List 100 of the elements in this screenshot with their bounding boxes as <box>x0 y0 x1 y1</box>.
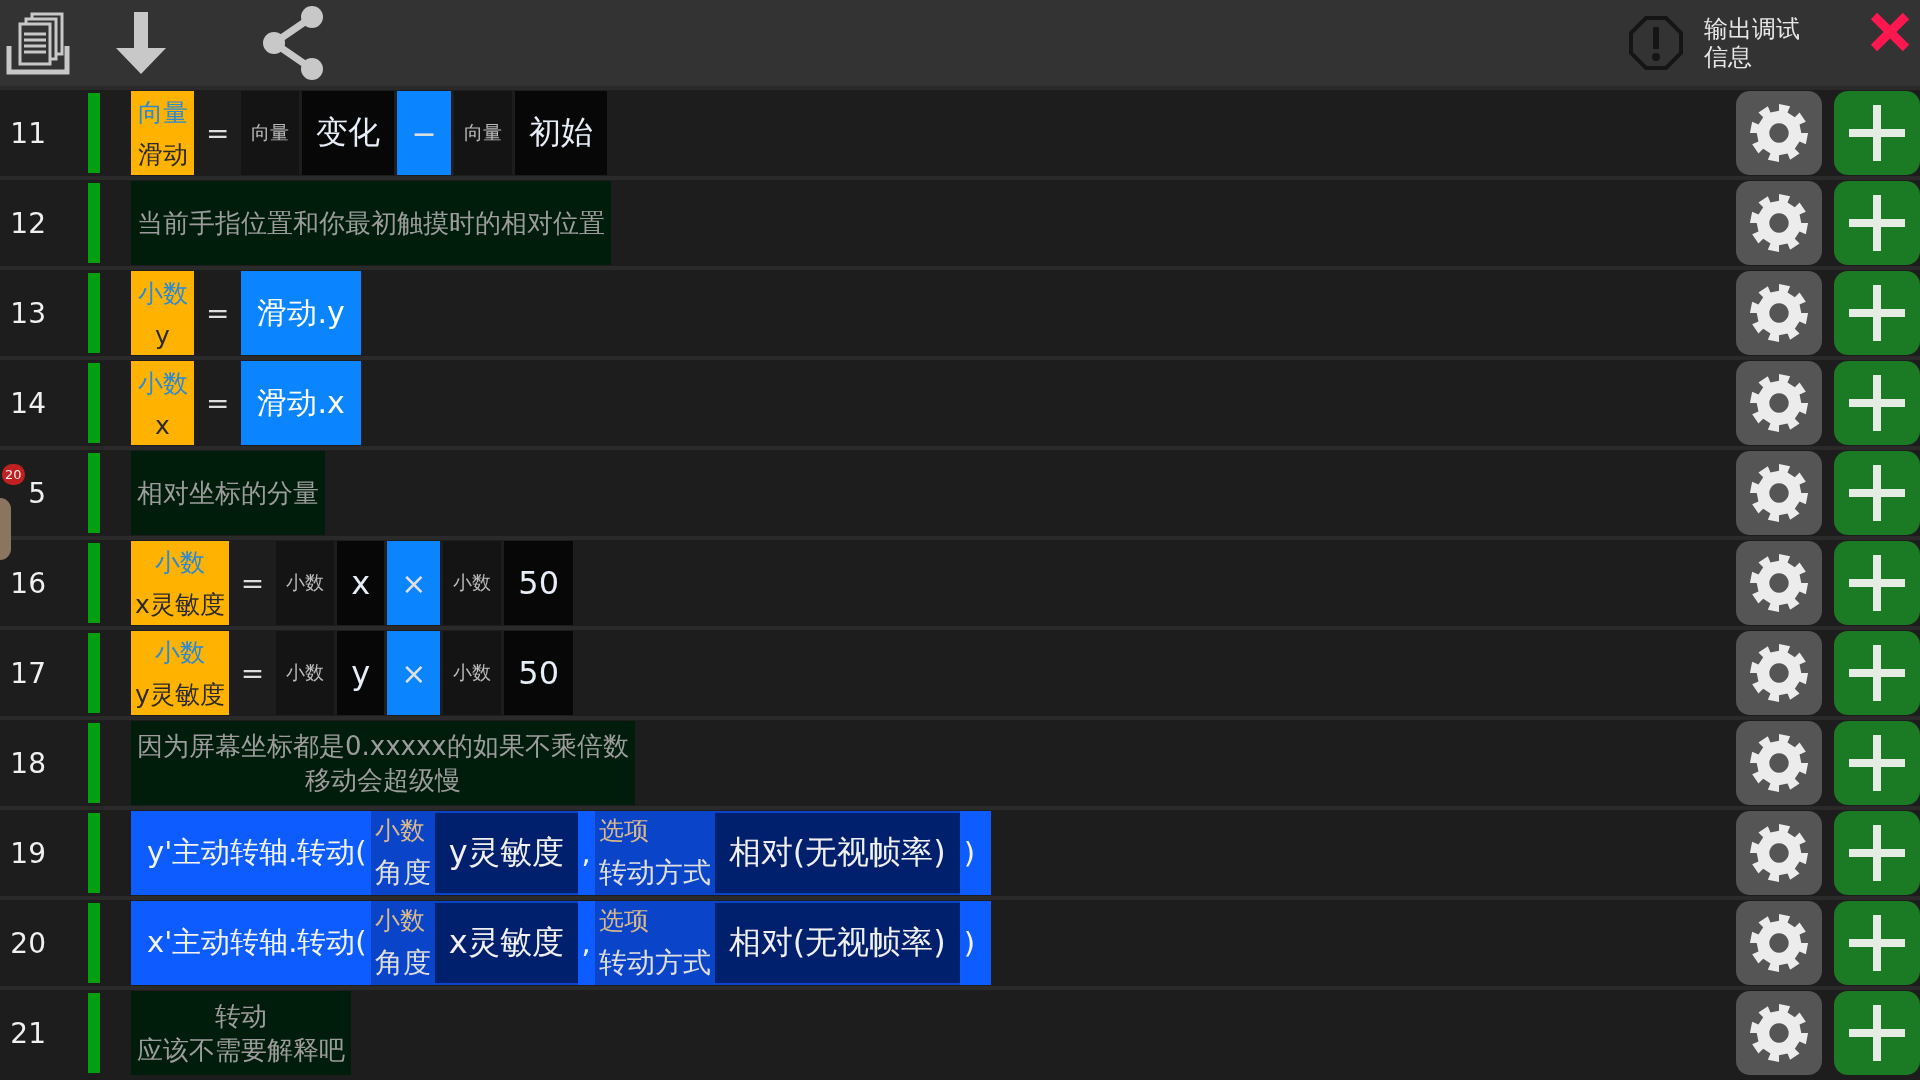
settings-button[interactable] <box>1736 271 1822 355</box>
settings-icon <box>1748 282 1810 344</box>
settings-button[interactable] <box>1736 811 1822 895</box>
line-number: 20 <box>9 926 46 960</box>
add-button[interactable] <box>1834 541 1920 625</box>
type-label: 小数 <box>443 631 502 715</box>
settings-button[interactable] <box>1736 181 1822 265</box>
equals-sign: = <box>239 656 266 690</box>
equals-sign: = <box>205 296 231 330</box>
variable-block[interactable]: 小数 y <box>131 271 194 355</box>
comment-block[interactable]: 当前手指位置和你最初触摸时的相对位置 <box>131 181 611 265</box>
settings-icon <box>1748 462 1810 524</box>
settings-button[interactable] <box>1736 721 1822 805</box>
expression-block[interactable]: 滑动.y <box>241 271 361 355</box>
settings-icon <box>1748 642 1810 704</box>
plus-icon <box>1849 735 1905 791</box>
call-text: ) <box>962 836 977 870</box>
argument-name: 角度 <box>374 944 431 981</box>
settings-button[interactable] <box>1736 451 1822 535</box>
plus-icon <box>1849 195 1905 251</box>
plus-icon <box>1849 645 1905 701</box>
add-button[interactable] <box>1834 181 1920 265</box>
variable-block[interactable]: 小数 x <box>131 361 194 445</box>
argument-type: 选项 <box>598 815 650 848</box>
equals-sign: = <box>205 386 231 420</box>
line-number: 16 <box>9 566 46 600</box>
variable-block[interactable]: 小数 y灵敏度 <box>131 631 229 715</box>
line-number: 13 <box>9 296 46 330</box>
call-text: , <box>580 926 592 960</box>
value-block[interactable]: x <box>337 541 385 625</box>
comment-block[interactable]: 相对坐标的分量 <box>131 451 325 535</box>
call-text: , <box>580 836 592 870</box>
comment-block[interactable]: 转动 应该不需要解释吧 <box>131 991 351 1075</box>
settings-button[interactable] <box>1736 631 1822 715</box>
plus-icon <box>1849 285 1905 341</box>
argument-name: 角度 <box>374 854 431 891</box>
value-block[interactable]: 变化 <box>302 91 395 175</box>
debug-output-label[interactable]: 输出调试信息 <box>1704 15 1800 71</box>
line-number: 18 <box>9 746 46 780</box>
add-button[interactable] <box>1834 361 1920 445</box>
type-label: 向量 <box>453 91 512 175</box>
argument-type: 小数 <box>374 905 426 938</box>
comment-line: 移动会超级慢 <box>304 764 461 797</box>
variable-name: y <box>155 320 170 350</box>
settings-icon <box>1748 912 1810 974</box>
comment-line: 相对坐标的分量 <box>137 477 319 510</box>
add-button[interactable] <box>1834 271 1920 355</box>
settings-button[interactable] <box>1736 361 1822 445</box>
settings-icon <box>1748 102 1810 164</box>
variable-block[interactable]: 小数 x灵敏度 <box>131 541 229 625</box>
plus-icon <box>1849 465 1905 521</box>
argument-value[interactable]: y灵敏度 <box>434 813 578 893</box>
call-text: y'主动转轴.转动( <box>146 834 368 871</box>
variable-block[interactable]: 向量 滑动 <box>131 91 194 175</box>
equals-sign: = <box>205 116 231 150</box>
settings-icon <box>1748 1002 1810 1064</box>
variable-type: 小数 <box>154 636 205 669</box>
settings-button[interactable] <box>1736 541 1822 625</box>
plus-icon <box>1849 1005 1905 1061</box>
settings-button[interactable] <box>1736 991 1822 1075</box>
argument-type: 小数 <box>374 815 426 848</box>
add-button[interactable] <box>1834 991 1920 1075</box>
equals-sign: = <box>239 566 266 600</box>
close-icon[interactable] <box>1868 10 1912 54</box>
variable-type: 小数 <box>137 277 188 310</box>
line-number: 19 <box>9 836 46 870</box>
floating-widget[interactable] <box>0 498 11 560</box>
add-button[interactable] <box>1834 901 1920 985</box>
documents-icon[interactable] <box>6 10 72 76</box>
line-number: 11 <box>9 116 46 150</box>
value-block[interactable]: y <box>337 631 385 715</box>
variable-name: y灵敏度 <box>135 678 225 711</box>
settings-button[interactable] <box>1736 901 1822 985</box>
variable-name: 滑动 <box>137 138 188 171</box>
argument-value[interactable]: 相对(无视帧率) <box>714 813 960 893</box>
add-button[interactable] <box>1834 811 1920 895</box>
add-button[interactable] <box>1834 721 1920 805</box>
type-label: 小数 <box>276 541 335 625</box>
line-number: 12 <box>9 206 46 240</box>
variable-type: 小数 <box>137 367 188 400</box>
argument-value[interactable]: 相对(无视帧率) <box>714 903 960 983</box>
comment-line: 因为屏幕坐标都是0.xxxxx的如果不乘倍数 <box>137 730 629 763</box>
line-number: 5 <box>27 476 46 510</box>
plus-icon <box>1849 555 1905 611</box>
argument-name: 转动方式 <box>598 854 711 891</box>
argument-value[interactable]: x灵敏度 <box>434 903 578 983</box>
settings-icon <box>1748 552 1810 614</box>
settings-button[interactable] <box>1736 91 1822 175</box>
comment-block[interactable]: 因为屏幕坐标都是0.xxxxx的如果不乘倍数 移动会超级慢 <box>131 721 635 805</box>
expression-block[interactable]: 滑动.x <box>241 361 361 445</box>
add-button[interactable] <box>1834 91 1920 175</box>
variable-name: x灵敏度 <box>135 588 225 621</box>
value-block[interactable]: 50 <box>504 631 574 715</box>
add-button[interactable] <box>1834 631 1920 715</box>
plus-icon <box>1849 825 1905 881</box>
value-block[interactable]: 50 <box>504 541 574 625</box>
notification-badge[interactable]: 20 <box>2 464 25 485</box>
value-block[interactable]: 初始 <box>514 91 607 175</box>
add-button[interactable] <box>1834 451 1920 535</box>
settings-icon <box>1748 372 1810 434</box>
